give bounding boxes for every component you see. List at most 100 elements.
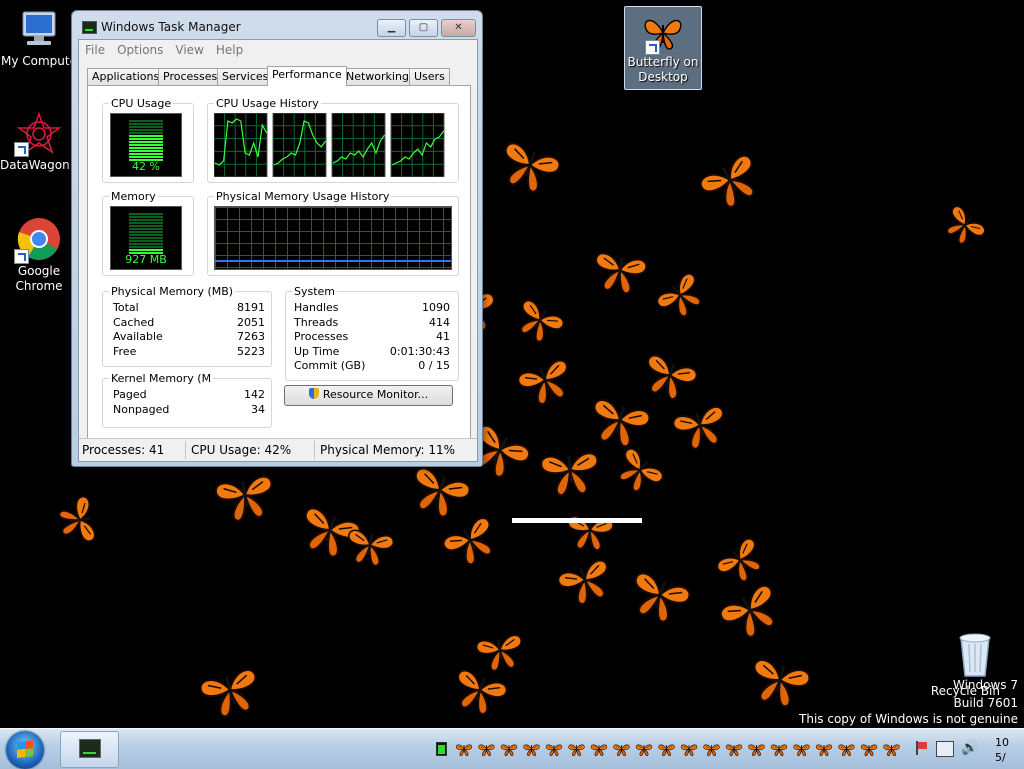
close-button[interactable]: ✕ bbox=[441, 19, 476, 37]
volume-icon[interactable]: 🔊 bbox=[961, 740, 978, 756]
menu-view[interactable]: View bbox=[169, 40, 209, 60]
tray-butterfly-icon[interactable] bbox=[770, 744, 788, 757]
status-physical-memory: Physical Memory: 11% bbox=[320, 443, 456, 457]
tab-users[interactable]: Users bbox=[409, 68, 450, 85]
meter-segment bbox=[129, 213, 163, 215]
cpu-usage-label: CPU Usage bbox=[109, 97, 174, 110]
title-bar[interactable]: Windows Task Manager ▁ ▢ ✕ bbox=[72, 11, 482, 39]
tray-butterfly-icon[interactable] bbox=[658, 744, 675, 757]
task-manager-icon bbox=[79, 739, 101, 758]
system-group: System Handles 1090 Threads 414 Processes 4… bbox=[285, 285, 459, 381]
tray-butterfly-icon[interactable] bbox=[815, 744, 833, 757]
butterfly-icon bbox=[440, 514, 504, 573]
stat-label: Handles bbox=[294, 301, 339, 314]
clock[interactable]: 10 5/ bbox=[995, 735, 1009, 765]
tab-performance[interactable]: Performance bbox=[267, 66, 347, 86]
tray-butterfly-icon[interactable] bbox=[860, 744, 878, 757]
tray-butterfly-icons bbox=[455, 744, 900, 757]
stat-label: Paged bbox=[113, 388, 147, 401]
stat-value: 1090 bbox=[422, 301, 450, 314]
tray-butterfly-icon[interactable] bbox=[478, 744, 495, 757]
shield-icon bbox=[308, 388, 319, 399]
tab-services[interactable]: Services bbox=[217, 68, 274, 85]
minimize-button[interactable]: ▁ bbox=[377, 19, 406, 37]
meter-segment bbox=[129, 237, 163, 239]
tray-butterfly-icon[interactable] bbox=[523, 744, 540, 757]
butterfly-icon bbox=[714, 535, 771, 591]
tray-butterfly-icon[interactable] bbox=[725, 744, 743, 757]
tray-butterfly-icon[interactable] bbox=[613, 744, 630, 757]
stat-value: 5223 bbox=[237, 345, 265, 358]
meter-segment bbox=[129, 120, 163, 122]
meter-segment bbox=[129, 216, 163, 218]
butterfly-icon bbox=[590, 251, 649, 297]
butterfly-icon bbox=[585, 397, 653, 452]
butterfly-icon bbox=[474, 633, 527, 674]
meter-segment bbox=[129, 222, 163, 224]
maximize-button[interactable]: ▢ bbox=[409, 19, 438, 37]
tray-butterfly-icon[interactable] bbox=[635, 744, 653, 757]
tray-butterfly-icon[interactable] bbox=[455, 744, 473, 757]
menu-file[interactable]: File bbox=[79, 40, 111, 60]
meter-segment bbox=[129, 129, 163, 131]
physical-memory-group: Physical Memory (MB) Total 8191 Cached 205… bbox=[102, 285, 272, 367]
tab-processes[interactable]: Processes bbox=[158, 68, 223, 85]
meter-segment bbox=[129, 126, 163, 128]
tray-butterfly-icon[interactable] bbox=[883, 744, 900, 757]
butterfly-icon bbox=[745, 657, 813, 712]
tab-networking[interactable]: Networking bbox=[341, 68, 414, 85]
tray-butterfly-icon[interactable] bbox=[838, 744, 855, 757]
tray-cpu-indicator-icon[interactable] bbox=[436, 742, 447, 756]
stat-label: Free bbox=[113, 345, 137, 358]
meter-segment bbox=[129, 243, 163, 245]
meter-segment bbox=[129, 144, 163, 146]
tray-butterfly-icon[interactable] bbox=[545, 744, 563, 757]
resource-monitor-label: Resource Monitor... bbox=[322, 388, 429, 401]
stat-label: Processes bbox=[294, 330, 349, 343]
minimize-icon: ▁ bbox=[387, 22, 396, 33]
start-button[interactable] bbox=[6, 731, 44, 769]
meter-segment bbox=[129, 156, 163, 158]
cpu-meter-bars bbox=[129, 120, 163, 161]
recycle-bin-icon[interactable] bbox=[955, 630, 995, 678]
tab-applications[interactable]: Applications bbox=[87, 68, 165, 85]
butterfly-icon bbox=[447, 667, 510, 721]
clock-time: 10 bbox=[995, 736, 1009, 749]
butterfly-icon bbox=[717, 581, 788, 647]
window-client-area: File Options View Help Applications Process… bbox=[78, 39, 478, 462]
tray-butterfly-icon[interactable] bbox=[568, 744, 585, 757]
action-center-icon[interactable] bbox=[914, 741, 928, 755]
tray-butterfly-icon[interactable] bbox=[703, 744, 720, 757]
white-bar bbox=[512, 518, 642, 523]
tray-butterfly-icon[interactable] bbox=[500, 744, 518, 757]
network-icon[interactable] bbox=[936, 741, 954, 757]
meter-segment bbox=[129, 249, 163, 251]
tray-butterfly-icon[interactable] bbox=[680, 744, 698, 757]
memory-meter: 927 MB bbox=[110, 206, 182, 270]
butterfly-icon bbox=[343, 528, 396, 569]
stat-value: 8191 bbox=[237, 301, 265, 314]
resource-monitor-button[interactable]: Resource Monitor... bbox=[284, 385, 453, 406]
meter-segment bbox=[129, 141, 163, 143]
status-bar: Processes: 41 CPU Usage: 42% Physical Me… bbox=[79, 438, 477, 461]
butterfly-icon bbox=[609, 445, 666, 501]
clock-date: 5/ bbox=[995, 751, 1006, 764]
tray-butterfly-icon[interactable] bbox=[793, 744, 810, 757]
status-cpu-usage: CPU Usage: 42% bbox=[191, 443, 292, 457]
tray-butterfly-icon[interactable] bbox=[590, 744, 608, 757]
butterfly-icon bbox=[938, 203, 988, 252]
meter-segment bbox=[129, 246, 163, 248]
menu-help[interactable]: Help bbox=[210, 40, 249, 60]
task-manager-window[interactable]: Windows Task Manager ▁ ▢ ✕ File Options Vi… bbox=[71, 10, 483, 467]
meter-segment bbox=[129, 228, 163, 230]
task-manager-icon bbox=[82, 21, 97, 34]
taskbar-task-manager-button[interactable] bbox=[60, 731, 119, 768]
butterfly-icon bbox=[197, 667, 265, 722]
meter-segment bbox=[129, 147, 163, 149]
butterfly-icon bbox=[404, 465, 473, 524]
tray-butterfly-icon[interactable] bbox=[748, 744, 765, 757]
meter-segment bbox=[129, 231, 163, 233]
stat-label: Cached bbox=[113, 316, 155, 329]
menu-options[interactable]: Options bbox=[111, 40, 169, 60]
kernel-memory-group: Kernel Memory (M Paged 142 Nonpaged 34 bbox=[102, 372, 272, 428]
